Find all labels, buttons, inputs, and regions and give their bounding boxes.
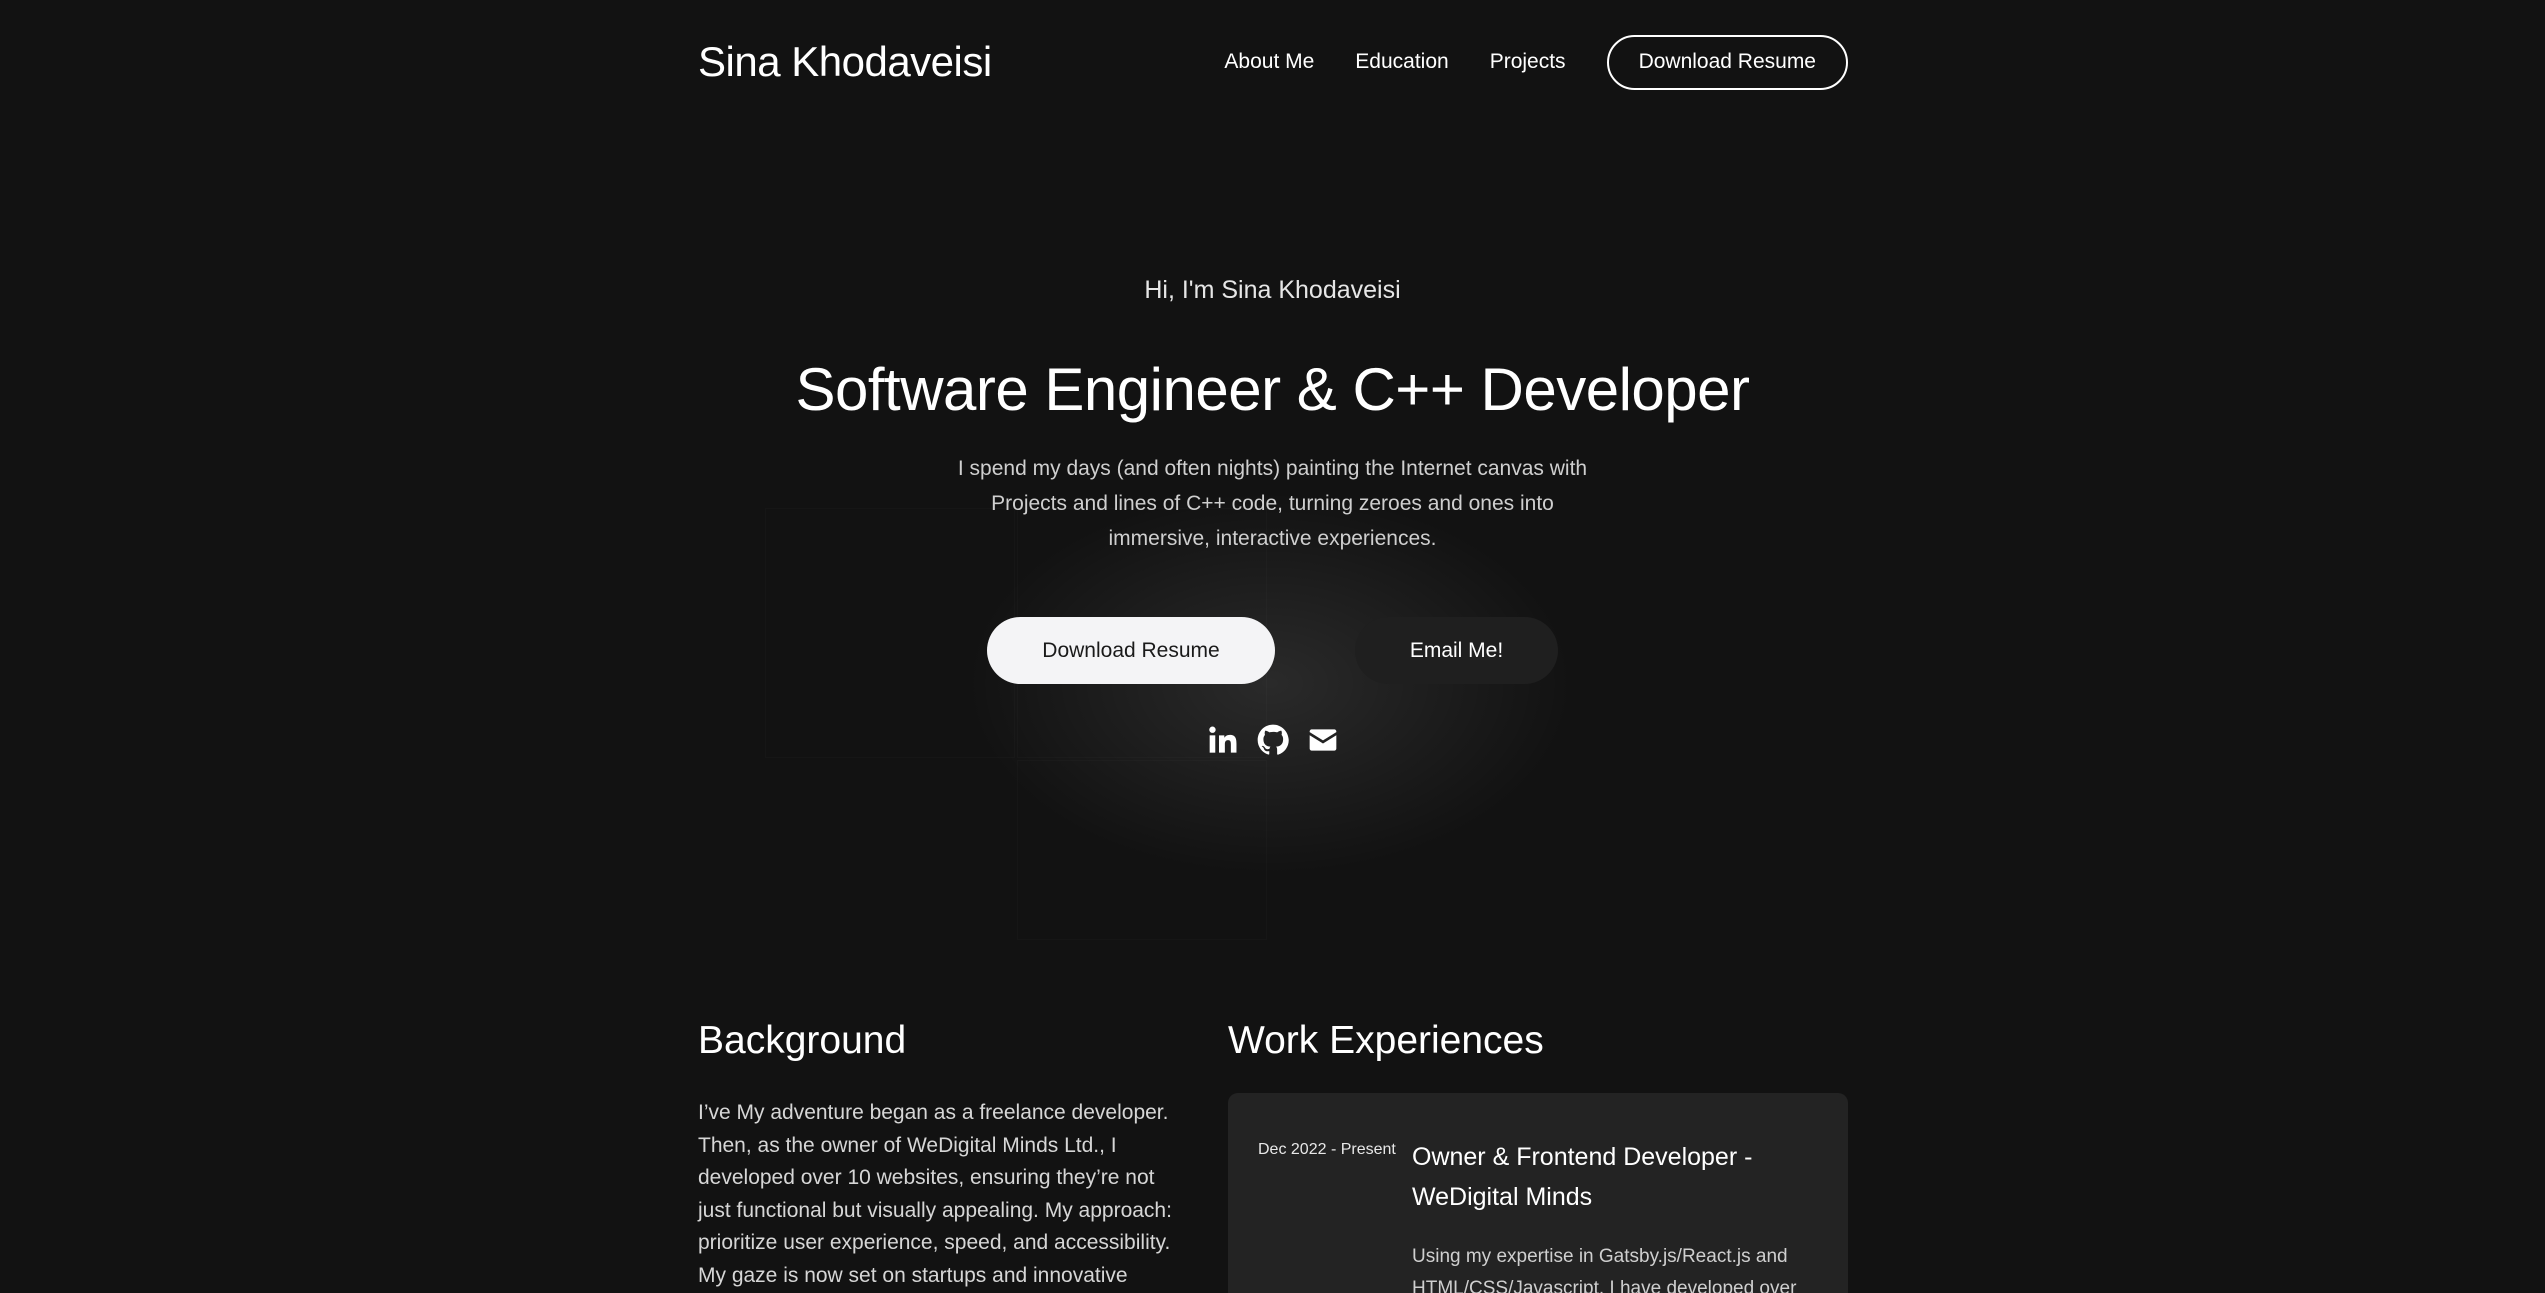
background-title: Background <box>698 1019 907 1062</box>
download-resume-button[interactable]: Download Resume <box>987 617 1275 684</box>
hero-title: Software Engineer & C++ Developer <box>795 356 1750 423</box>
nav-about-me[interactable]: About Me <box>1224 50 1314 74</box>
work-role: Owner & Frontend Developer - WeDigital M… <box>1412 1143 1753 1211</box>
work-experiences-title: Work Experiences <box>1228 1019 1544 1062</box>
work-body: Owner & Frontend Developer - WeDigital M… <box>1412 1137 1818 1293</box>
site-header: Sina Khodaveisi About Me Education Proje… <box>698 34 1848 90</box>
header-download-resume-button[interactable]: Download Resume <box>1606 34 1848 90</box>
work-date: Dec 2022 - Present <box>1258 1141 1396 1158</box>
work-description: Using my expertise in Gatsby.js/React.js… <box>1412 1246 1797 1293</box>
portfolio-page: Sina Khodaveisi About Me Education Proje… <box>0 0 2545 1293</box>
brand-name[interactable]: Sina Khodaveisi <box>698 38 992 86</box>
nav-projects[interactable]: Projects <box>1490 50 1566 74</box>
main-nav: About Me Education Projects Download Res… <box>1224 34 1848 90</box>
social-links <box>0 723 2545 757</box>
work-experiences-section: Work Experiences Dec 2022 - Present Owne… <box>1228 1019 1848 1293</box>
linkedin-icon[interactable] <box>1206 723 1240 757</box>
background-section: Background I’ve My adventure began as a … <box>698 1019 1188 1293</box>
nav-education[interactable]: Education <box>1355 50 1448 74</box>
mail-icon[interactable] <box>1306 723 1340 757</box>
github-icon[interactable] <box>1256 723 1290 757</box>
work-experience-card: Dec 2022 - Present Owner & Frontend Deve… <box>1228 1093 1848 1293</box>
hero-actions: Download Resume Email Me! <box>0 617 2545 684</box>
background-text: I’ve My adventure began as a freelance d… <box>698 1101 1172 1287</box>
hero-background-glow <box>720 490 1820 950</box>
background-grid-cell <box>1017 760 1267 940</box>
email-me-button[interactable]: Email Me! <box>1355 617 1558 684</box>
hero-greeting: Hi, I'm Sina Khodaveisi <box>1144 276 1401 304</box>
hero-description: I spend my days (and often nights) paint… <box>957 457 1588 550</box>
